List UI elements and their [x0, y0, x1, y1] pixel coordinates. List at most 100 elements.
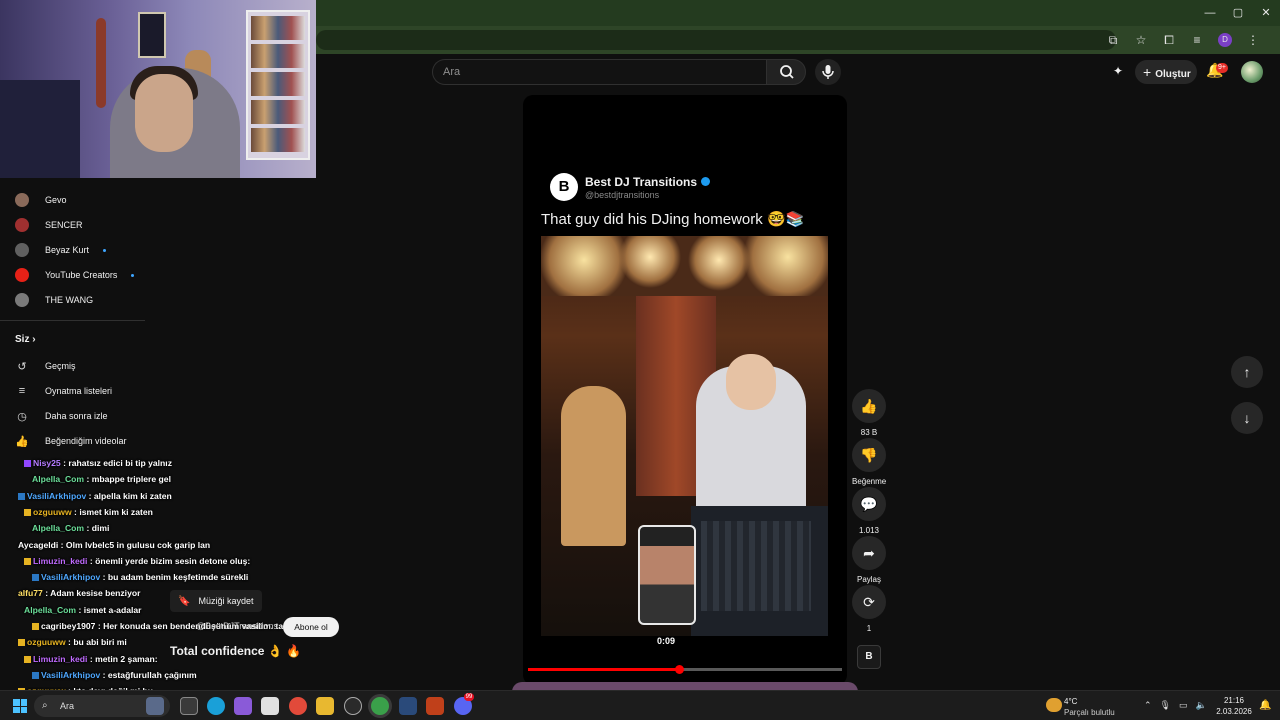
channel-avatar	[15, 218, 29, 232]
chat-separator: :	[58, 539, 66, 550]
chat-username: Alpella_Com	[32, 523, 85, 534]
chat-badge-icon	[32, 671, 39, 679]
sidebar-item-subscription[interactable]: THE WANG	[15, 291, 93, 309]
short-title: Total confidence 👌 🔥	[170, 644, 302, 658]
bookmark-icon: 🔖	[178, 596, 191, 607]
search-button[interactable]	[766, 59, 806, 85]
chrome-active-icon[interactable]	[371, 697, 389, 715]
extensions-icon[interactable]: ⧠	[1162, 30, 1176, 50]
file-explorer-icon[interactable]	[316, 697, 334, 715]
comments-button[interactable]: 💬 1.013	[852, 487, 886, 535]
chat-separator: :	[87, 555, 96, 566]
sidebar-item-subscription[interactable]: Beyaz Kurt	[15, 241, 107, 259]
chat-message: Limuzin_kedi : önemli yerde bizim sesin …	[24, 556, 250, 566]
chat-username: Alpella_Com	[32, 474, 85, 485]
create-button[interactable]: + Oluştur	[1135, 60, 1197, 84]
next-short-button[interactable]: ↓	[1231, 402, 1263, 434]
voice-search-button[interactable]	[815, 59, 841, 85]
progress-scrubber[interactable]	[674, 665, 684, 674]
subscription-label: YouTube Creators	[45, 270, 118, 280]
steam-icon[interactable]	[399, 697, 417, 715]
media-controls-icon[interactable]: ≡	[1190, 30, 1204, 50]
chat-text: rahatsız edici bi tip yalnız	[68, 458, 172, 468]
streamer-webcam	[0, 0, 316, 178]
network-icon[interactable]: ▭	[1179, 700, 1188, 711]
clock-time: 21:16	[1223, 696, 1245, 705]
progress-bar[interactable]	[528, 665, 842, 674]
share-label: Paylaş	[856, 575, 881, 584]
microphone-icon[interactable]: 🎙	[1160, 700, 1171, 711]
sidebar-item-watch-later[interactable]: ◷ Daha sonra izle	[15, 408, 107, 424]
sidebar-item-history[interactable]: ↺ Geçmiş	[15, 358, 76, 374]
chat-message: VasiliArkhipov : estağfurullah çağınım	[32, 670, 197, 680]
maximize-button[interactable]: ▢	[1224, 0, 1252, 26]
chevron-up-icon[interactable]: ⌃	[1144, 700, 1152, 711]
address-bar[interactable]	[316, 30, 1116, 50]
remix-button[interactable]: ⟳ 1	[852, 585, 886, 633]
windows-start-icon[interactable]	[13, 699, 27, 713]
chrome-icon[interactable]	[289, 697, 307, 715]
screen: — ▢ ✕ ⧉ ☆ ⧠ ≡ D ⋮ Ara ✦ + Oluştur 🔔 9+ G…	[0, 0, 1280, 720]
profile-avatar[interactable]: D	[1218, 33, 1232, 47]
app-icon[interactable]	[344, 697, 362, 715]
like-button[interactable]: 👍 83 B	[852, 389, 886, 437]
sidebar-item-subscription[interactable]: SENCER	[15, 216, 83, 234]
sidebar-item-label: Oynatma listeleri	[45, 386, 113, 396]
bookmark-star-icon[interactable]: ☆	[1134, 30, 1148, 50]
sidebar-item-label: Geçmiş	[45, 361, 76, 371]
thumbs-up-icon: 👍	[852, 389, 886, 423]
sidebar-item-liked-videos[interactable]: 👍 Beğendiğim videolar	[15, 433, 127, 449]
sidebar-item-subscription[interactable]: YouTube Creators	[15, 266, 135, 284]
share-button[interactable]: ➦ Paylaş	[852, 536, 886, 584]
like-count: 83 B	[860, 428, 878, 437]
channel-thumbnail-button[interactable]: B	[857, 645, 881, 669]
search-highlight-icon[interactable]	[146, 697, 164, 715]
notifications-icon[interactable]: 🔔	[1259, 700, 1271, 711]
dislike-button[interactable]: 👎 Beğenme	[852, 438, 886, 486]
clock[interactable]: 21:16 2.03.2026	[1214, 695, 1254, 717]
save-music-button[interactable]: 🔖 Müziği kaydet	[170, 590, 262, 612]
clock-date: 2.03.2026	[1216, 707, 1252, 716]
history-icon: ↺	[17, 360, 27, 373]
notification-badge: 9+	[1216, 63, 1228, 73]
bookshelf	[246, 10, 310, 160]
close-button[interactable]: ✕	[1252, 0, 1280, 26]
disco-ball-lights	[541, 236, 828, 296]
channel-handle[interactable]: @BestDJTransitions	[196, 621, 278, 631]
search-input[interactable]: Ara	[432, 59, 766, 85]
minimize-button[interactable]: —	[1196, 0, 1224, 26]
copilot-icon[interactable]	[234, 697, 252, 715]
shorts-magic-icon[interactable]: ✦	[1113, 64, 1123, 78]
weather-widget[interactable]: 4°C Parçalı bulutlu	[1046, 695, 1146, 719]
sidebar-item-subscription[interactable]: Gevo	[15, 191, 67, 209]
weather-icon	[1046, 698, 1062, 712]
chat-message: Nisy25 : rahatsız edici bi tip yalnız	[24, 458, 172, 468]
install-app-icon[interactable]: ⧉	[1106, 30, 1120, 50]
browser-menu-icon[interactable]: ⋮	[1246, 30, 1260, 50]
tweet-author-label: Best DJ Transitions	[585, 175, 698, 189]
chat-separator: :	[87, 653, 96, 664]
app-icon[interactable]	[426, 697, 444, 715]
edge-icon[interactable]	[207, 697, 225, 715]
account-avatar[interactable]	[1241, 61, 1263, 83]
remix-icon: ⟳	[852, 585, 886, 619]
chat-badge-icon	[24, 460, 31, 467]
task-view-icon[interactable]	[180, 697, 198, 715]
like-icon: 👍	[15, 435, 29, 448]
dislike-label: Beğenme	[852, 477, 887, 486]
sidebar-item-label: Beğendiğim videolar	[45, 436, 127, 446]
shorts-player[interactable]: B Best DJ Transitions @bestdjtransitions…	[523, 95, 847, 685]
tweet-author-handle: @bestdjtransitions	[585, 190, 660, 200]
you-section-header[interactable]: Siz ›	[15, 334, 36, 345]
plus-icon: +	[1143, 64, 1152, 80]
windows-taskbar: ⌕ Ara 99 4°C Parçalı bulutlu ⌃ 🎙 ▭ 🔈 21:1…	[0, 690, 1280, 720]
volume-icon[interactable]: 🔈	[1196, 700, 1207, 711]
create-label: Oluştur	[1155, 69, 1191, 80]
sidebar-item-playlists[interactable]: ≡ Oynatma listeleri	[15, 383, 112, 399]
previous-short-button[interactable]: ↑	[1231, 356, 1263, 388]
chat-separator: :	[100, 669, 108, 680]
store-icon[interactable]	[261, 697, 279, 715]
search-icon	[780, 65, 794, 79]
subscribe-button[interactable]: Abone ol	[283, 617, 339, 637]
audience-person	[561, 386, 626, 546]
